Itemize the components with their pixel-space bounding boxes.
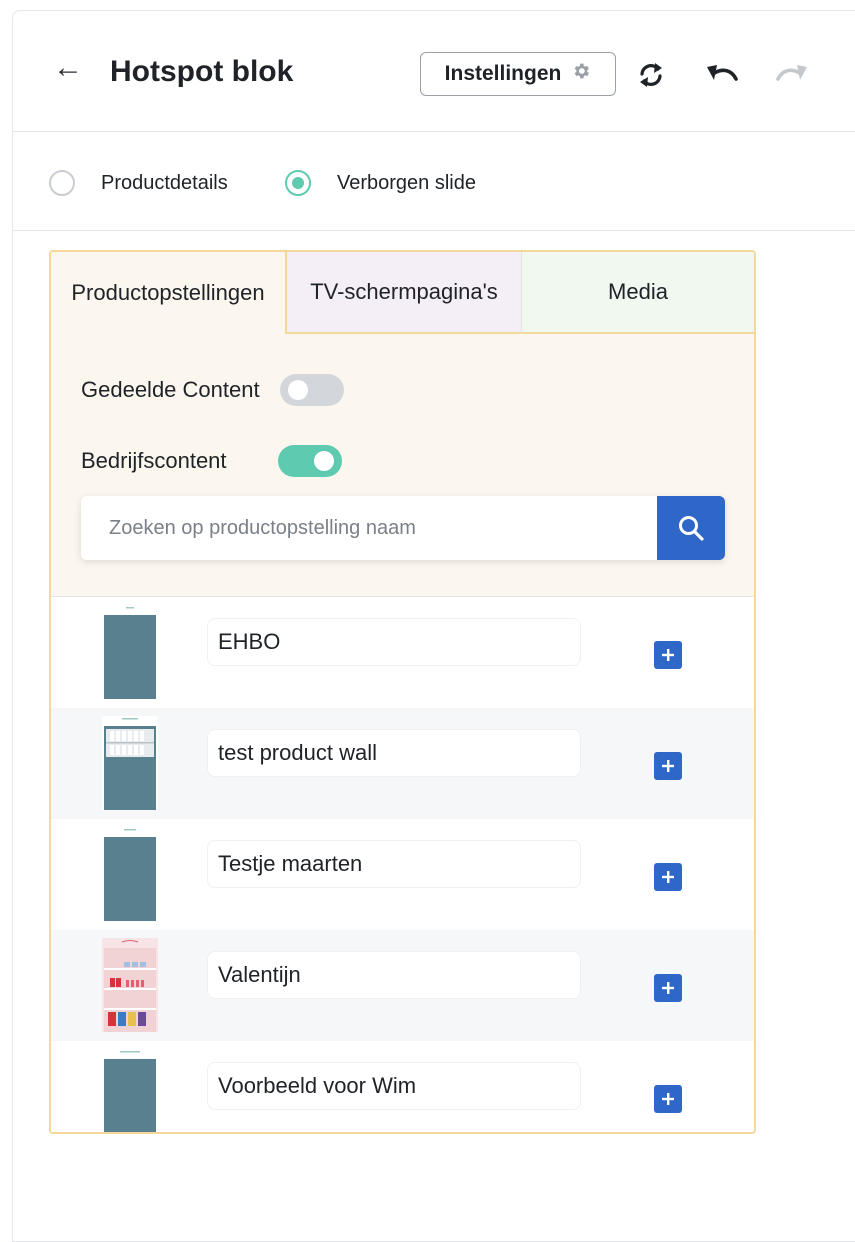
- add-button[interactable]: [654, 863, 682, 891]
- plus-icon: [662, 871, 674, 883]
- company-content-label: Bedrijfscontent: [81, 448, 227, 473]
- tab-media[interactable]: Media: [521, 252, 754, 334]
- search-icon: [679, 516, 704, 541]
- thumbnail: [102, 938, 158, 1032]
- editor-panel: ← Hotspot blok Instellingen Productdetai…: [12, 10, 855, 1242]
- add-button[interactable]: [654, 1085, 682, 1113]
- gear-icon: [571, 61, 591, 87]
- add-button[interactable]: [654, 752, 682, 780]
- add-button[interactable]: [654, 641, 682, 669]
- panel-header: ← Hotspot blok Instellingen: [13, 11, 855, 132]
- thumbnail: [102, 605, 158, 699]
- item-name-field: Valentijn: [207, 951, 581, 999]
- shared-content-row: Gedeelde Content: [81, 374, 344, 406]
- search-button[interactable]: [657, 496, 725, 560]
- company-content-toggle[interactable]: [277, 445, 342, 477]
- tab-tv-schermpaginas[interactable]: TV-schermpagina's: [287, 252, 521, 334]
- radio-verborgen-slide[interactable]: Verborgen slide: [285, 170, 476, 196]
- add-button[interactable]: [654, 974, 682, 1002]
- thumbnail: [102, 716, 158, 810]
- radio-circle-icon: [49, 170, 75, 196]
- search-input[interactable]: [81, 496, 657, 560]
- filter-section: Gedeelde Content Bedrijfscontent: [51, 334, 754, 597]
- list-item: Valentijn: [51, 930, 754, 1041]
- radio-circle-selected-icon: [285, 170, 311, 196]
- plus-icon: [662, 1093, 674, 1105]
- slide-type-radios: Productdetails Verborgen slide: [13, 132, 855, 231]
- item-name-field: test product wall: [207, 729, 581, 777]
- search-bar: [81, 496, 725, 560]
- list-item: Testje maarten: [51, 819, 754, 930]
- thumbnail: [102, 827, 158, 921]
- radio-productdetails[interactable]: Productdetails: [49, 170, 228, 196]
- shared-content-label: Gedeelde Content: [81, 377, 260, 402]
- undo-icon[interactable]: [704, 59, 740, 91]
- shared-content-toggle[interactable]: [279, 374, 344, 406]
- plus-icon: [662, 760, 674, 772]
- list-item: EHBO: [51, 597, 754, 708]
- list-item: test product wall: [51, 708, 754, 819]
- item-name-field: Voorbeeld voor Wim: [207, 1062, 581, 1110]
- plus-icon: [662, 649, 674, 661]
- refresh-icon[interactable]: [633, 59, 669, 91]
- list-item: Voorbeeld voor Wim: [51, 1041, 754, 1132]
- settings-label: Instellingen: [444, 62, 562, 85]
- tab-bar: Productopstellingen TV-schermpagina's Me…: [51, 252, 754, 334]
- tab-productopstellingen[interactable]: Productopstellingen: [51, 252, 287, 334]
- thumbnail: [102, 1049, 158, 1132]
- radio-label: Productdetails: [101, 171, 228, 194]
- redo-icon[interactable]: [774, 59, 810, 91]
- back-arrow-icon[interactable]: ←: [53, 53, 83, 83]
- plus-icon: [662, 982, 674, 994]
- content-picker-card: Productopstellingen TV-schermpagina's Me…: [49, 250, 756, 1134]
- product-display-list: EHBO test product wall Testje maarten Va…: [51, 597, 754, 1132]
- item-name-field: EHBO: [207, 618, 581, 666]
- item-name-field: Testje maarten: [207, 840, 581, 888]
- radio-label: Verborgen slide: [337, 171, 476, 194]
- settings-button[interactable]: Instellingen: [420, 52, 616, 96]
- page-title: Hotspot blok: [110, 55, 294, 88]
- company-content-row: Bedrijfscontent: [81, 445, 342, 477]
